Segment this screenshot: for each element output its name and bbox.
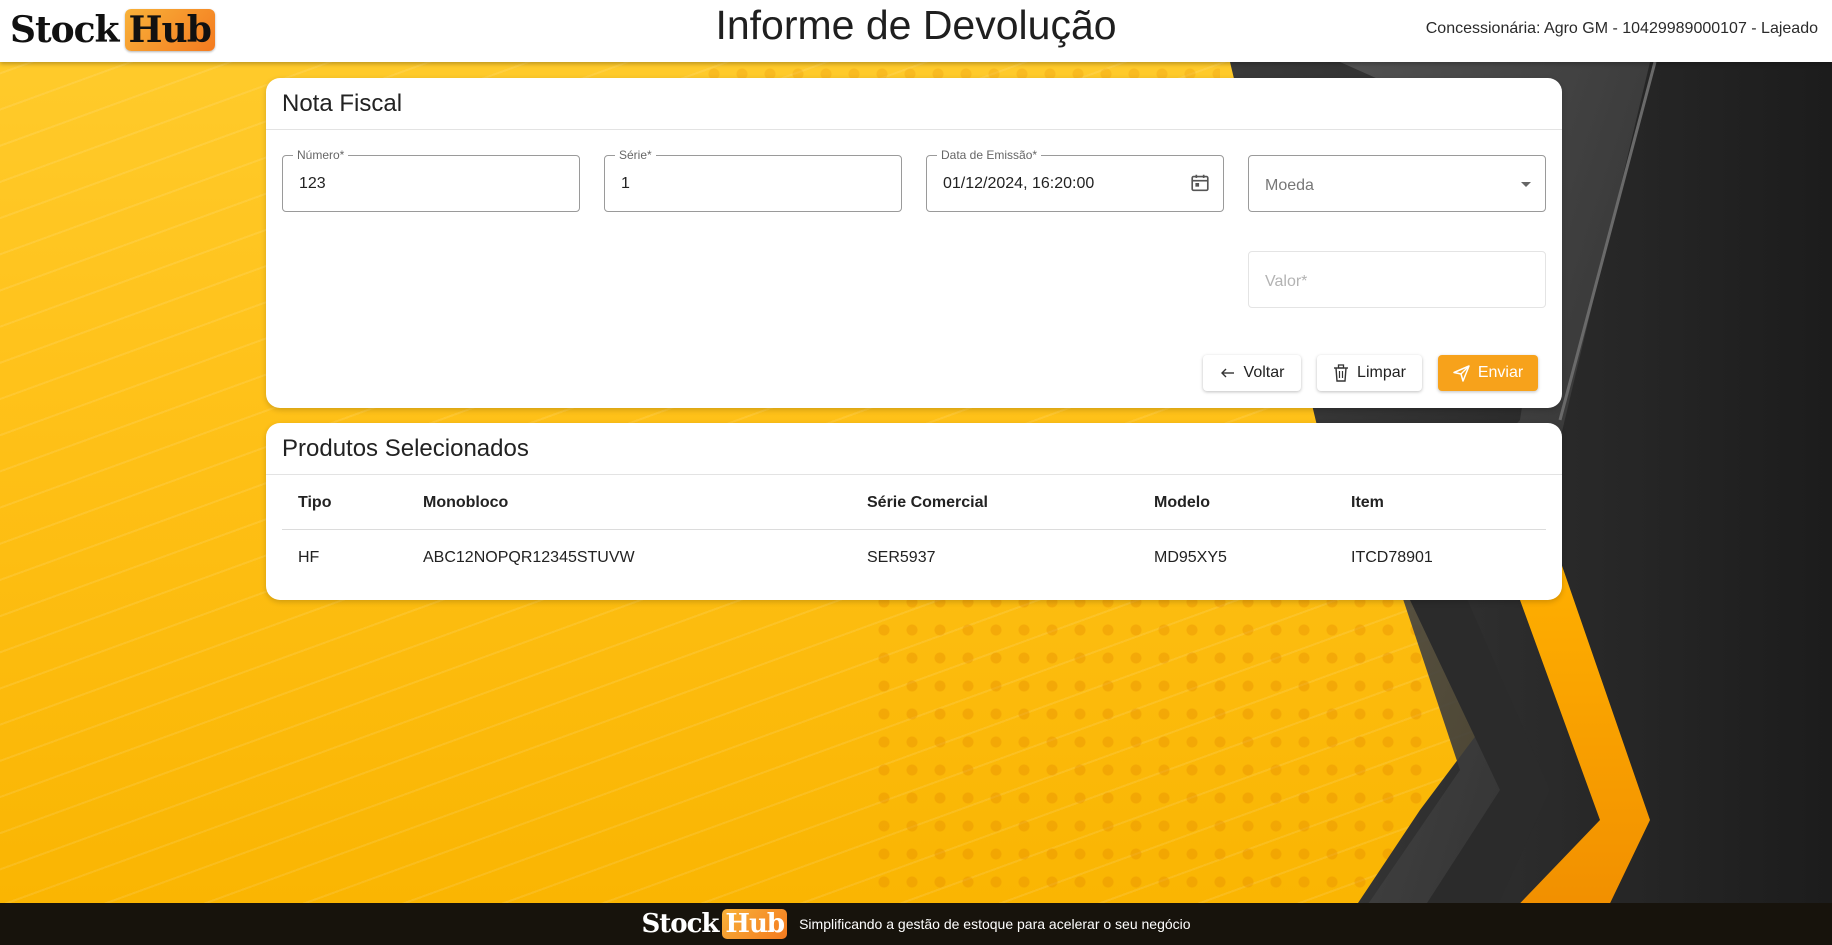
cell-monobloco: ABC12NOPQR12345STUVW	[423, 549, 635, 566]
column-header-item[interactable]: Item	[1351, 494, 1384, 512]
cell-modelo: MD95XY5	[1154, 549, 1227, 566]
send-icon	[1453, 364, 1470, 382]
cell-tipo: HF	[298, 549, 320, 566]
numero-value: 123	[299, 175, 326, 192]
data-emissao-field[interactable]: Data de Emissão* 01/12/2024, 16:20:00	[926, 148, 1224, 212]
moeda-select[interactable]: Moeda	[1248, 155, 1546, 212]
stockhub-logo[interactable]: Stock Hub	[10, 6, 215, 54]
column-header-modelo[interactable]: Modelo	[1154, 494, 1210, 512]
footer-tagline: Simplificando a gestão de estoque para a…	[799, 916, 1191, 932]
column-header-monobloco[interactable]: Monobloco	[423, 494, 508, 512]
table-header-row: Tipo Monobloco Série Comercial Modelo It…	[282, 475, 1546, 530]
dealer-info: Concessionária: Agro GM - 10429989000107…	[1425, 20, 1818, 37]
serie-field[interactable]: Série* 1	[604, 148, 902, 212]
cell-serie-comercial: SER5937	[867, 549, 936, 566]
produtos-title: Produtos Selecionados	[266, 423, 1562, 475]
serie-label: Série*	[615, 148, 656, 162]
enviar-label: Enviar	[1477, 364, 1524, 381]
numero-label: Número*	[293, 148, 349, 162]
chevron-down-icon	[1521, 182, 1531, 187]
footer-logo-hub: Hub	[722, 909, 788, 939]
nota-fiscal-card: Nota Fiscal Número* 123 Série* 1 Data de…	[266, 78, 1562, 408]
data-emissao-label: Data de Emissão*	[937, 148, 1042, 162]
column-header-serie-comercial[interactable]: Série Comercial	[867, 494, 988, 512]
limpar-label: Limpar	[1357, 364, 1406, 381]
numero-field[interactable]: Número* 123	[282, 148, 580, 212]
trash-icon	[1334, 364, 1349, 382]
table-row[interactable]: HF ABC12NOPQR12345STUVW SER5937 MD95XY5 …	[282, 530, 1546, 585]
limpar-button[interactable]: Limpar	[1317, 355, 1422, 391]
top-header: Stock Hub Informe de Devolução Concessio…	[0, 0, 1832, 62]
moeda-placeholder: Moeda	[1265, 177, 1314, 194]
arrow-left-icon	[1220, 368, 1234, 378]
data-emissao-value: 01/12/2024, 16:20:00	[943, 175, 1095, 192]
serie-value: 1	[621, 175, 630, 192]
produtos-table: Tipo Monobloco Série Comercial Modelo It…	[282, 475, 1546, 585]
valor-field[interactable]: Valor*	[1248, 251, 1546, 308]
voltar-button[interactable]: Voltar	[1203, 355, 1301, 391]
voltar-label: Voltar	[1243, 364, 1285, 381]
valor-placeholder: Valor*	[1265, 273, 1308, 290]
nota-fiscal-title: Nota Fiscal	[266, 78, 1562, 130]
footer-logo: Stock Hub	[641, 909, 788, 939]
footer: Stock Hub Simplificando a gestão de esto…	[0, 903, 1832, 945]
footer-logo-stock: Stock	[641, 909, 719, 939]
produtos-card: Produtos Selecionados Tipo Monobloco Sér…	[266, 423, 1562, 600]
cell-item: ITCD78901	[1351, 549, 1433, 566]
logo-text-hub: Hub	[124, 9, 215, 51]
calendar-icon[interactable]	[1189, 172, 1211, 194]
logo-text-stock: Stock	[10, 9, 120, 51]
column-header-tipo[interactable]: Tipo	[298, 494, 331, 512]
enviar-button[interactable]: Enviar	[1438, 355, 1538, 391]
